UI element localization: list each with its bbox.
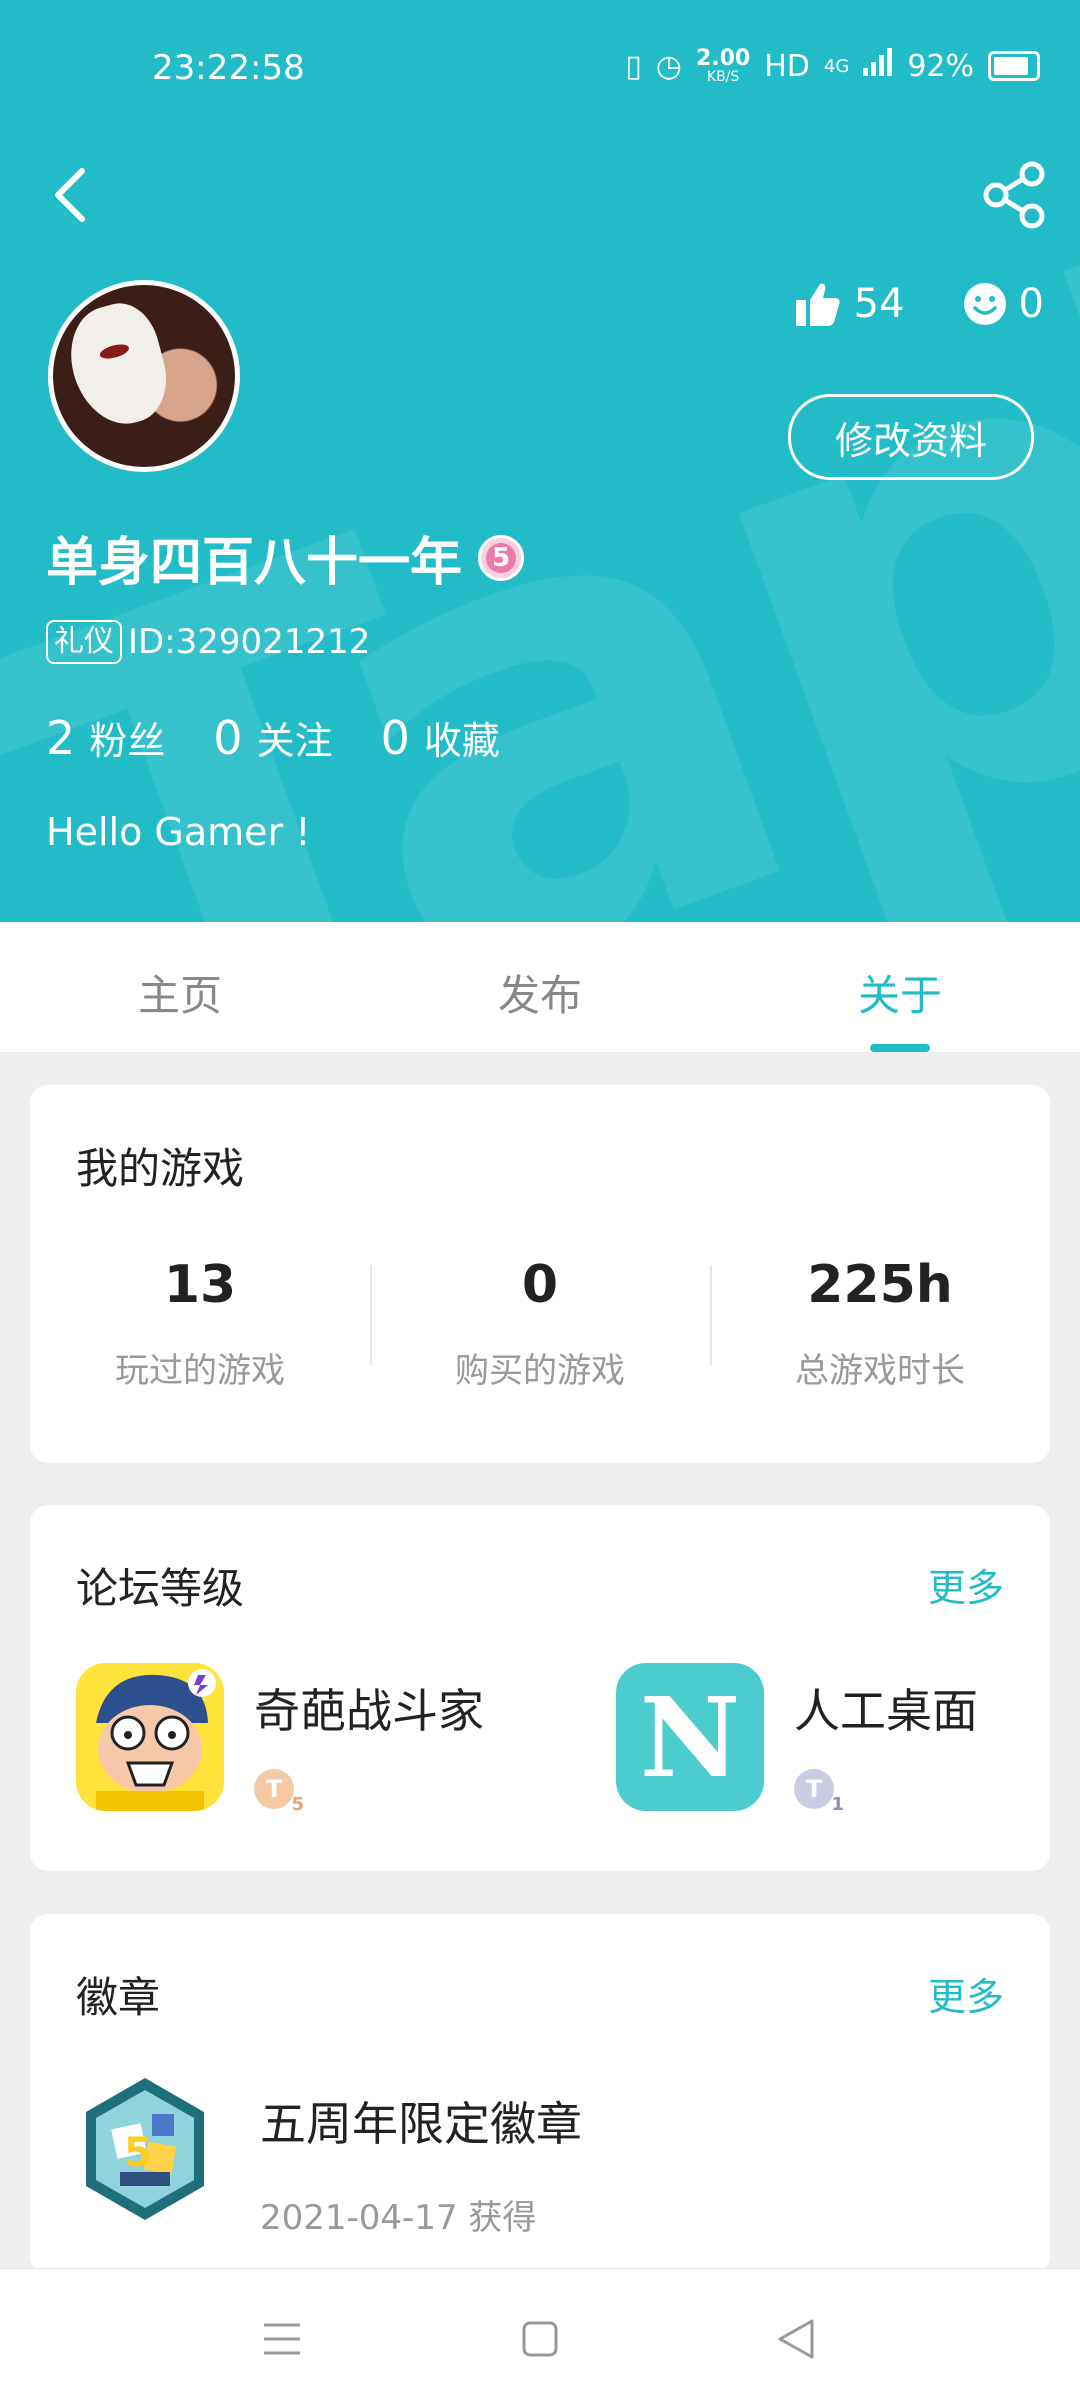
smiles-stat[interactable]: 0 (963, 281, 1044, 327)
forum-level-more-link[interactable]: 更多 (928, 1557, 1004, 1612)
my-games-title: 我的游戏 (76, 1144, 245, 1193)
home-button[interactable] (510, 2309, 570, 2369)
forum-info: 奇葩战斗家 T5 (254, 1663, 484, 1815)
svg-text:5: 5 (124, 2130, 152, 2176)
followers-stat[interactable]: 2 粉丝 (46, 710, 165, 765)
badges-title: 徽章 (76, 1973, 161, 2022)
smile-icon (963, 283, 1006, 325)
likes-stat[interactable]: 54 (794, 280, 905, 328)
likes-count: 54 (853, 281, 905, 327)
badge-name: 五周年限定徽章 (260, 2097, 582, 2151)
avatar[interactable] (48, 280, 240, 472)
anniversary-badge-icon: 5 (86, 2078, 204, 2220)
status-time: 23:22:58 (152, 48, 305, 88)
status-icons: ▯ ◷ 2.00 KB/S HD 4G 92% (625, 48, 1040, 84)
back-nav-button[interactable] (766, 2309, 826, 2369)
alarm-icon: ◷ (655, 48, 682, 84)
network-type: 4G (823, 55, 850, 77)
my-games-card: 我的游戏 13 玩过的游戏 0 购买的游戏 225h 总游戏时长 (30, 1085, 1050, 1463)
triangle-back-icon (778, 2319, 814, 2359)
purchased-games-stat[interactable]: 0 购买的游戏 (370, 1255, 710, 1392)
forum-item[interactable]: 奇葩战斗家 T5 (76, 1663, 484, 1815)
badge-item[interactable]: 5 五周年限定徽章 2021-04-17 获得 (80, 2074, 582, 2239)
vibrate-icon: ▯ (625, 48, 642, 84)
chevron-left-icon (55, 168, 85, 222)
forum-item[interactable]: N 人工桌面 T1 (616, 1663, 978, 1815)
user-id: ID:329021212 (128, 622, 371, 662)
profile-tabs: 主页 发布 关于 (0, 922, 1080, 1052)
thumbs-up-icon (795, 283, 840, 326)
id-row: 礼仪 ID:329021212 (46, 620, 370, 664)
hd-indicator: HD (764, 48, 810, 84)
back-button[interactable] (40, 160, 100, 230)
level-badge[interactable]: 5 (478, 534, 525, 581)
forum-name: 奇葩战斗家 (254, 1684, 484, 1738)
app-icon-rengong-desktop: N (616, 1663, 764, 1811)
badge-info: 五周年限定徽章 2021-04-17 获得 (260, 2074, 582, 2239)
edit-profile-button[interactable]: 修改资料 (788, 394, 1034, 480)
avatar-mask (59, 295, 177, 435)
system-nav-bar (0, 2268, 1080, 2401)
tier-badge-icon: T1 (794, 1769, 844, 1815)
badges-card: 徽章 更多 5 五周年限定徽章 2021-04-17 获得 (30, 1914, 1050, 2274)
username-row: 单身四百八十一年 5 (46, 520, 525, 595)
badge-date: 2021-04-17 获得 (260, 2198, 537, 2238)
share-button[interactable] (980, 160, 1050, 230)
tab-indicator (870, 1044, 930, 1052)
forum-level-title: 论坛等级 (76, 1564, 245, 1613)
game-stats: 13 玩过的游戏 0 购买的游戏 225h 总游戏时长 (30, 1255, 1050, 1392)
following-stat[interactable]: 0 关注 (213, 710, 332, 765)
tab-about[interactable]: 关于 (800, 962, 1000, 1023)
forum-name: 人工桌面 (794, 1684, 978, 1738)
played-games-stat[interactable]: 13 玩过的游戏 (30, 1255, 370, 1392)
reactions-row: 54 0 (754, 280, 1044, 328)
bio: Hello Gamer ! (46, 810, 311, 854)
follow-stats: 2 粉丝 0 关注 0 收藏 (46, 710, 500, 765)
tab-home[interactable]: 主页 (80, 962, 280, 1023)
playtime-stat[interactable]: 225h 总游戏时长 (710, 1255, 1050, 1392)
username: 单身四百八十一年 (46, 533, 463, 593)
game-icon-qipa (76, 1663, 224, 1811)
tab-posts[interactable]: 发布 (440, 962, 640, 1023)
menu-button[interactable] (252, 2309, 312, 2369)
forum-info: 人工桌面 T1 (794, 1663, 978, 1815)
smiles-count: 0 (1018, 281, 1044, 327)
title-tag[interactable]: 礼仪 (46, 620, 122, 664)
profile-header: TapTap 23:22:58 ▯ ◷ 2.00 KB/S HD 4G 92% (0, 0, 1080, 922)
net-speed: 2.00 KB/S (695, 46, 751, 85)
favorites-stat[interactable]: 0 收藏 (381, 710, 500, 765)
battery-percent: 92% (907, 48, 974, 84)
share-icon (983, 161, 1045, 229)
battery-icon (988, 51, 1040, 81)
badges-more-link[interactable]: 更多 (928, 1966, 1004, 2021)
tier-badge-icon: T5 (254, 1769, 304, 1815)
menu-icon (264, 2323, 300, 2355)
home-square-icon (522, 2321, 558, 2357)
status-bar: 23:22:58 ▯ ◷ 2.00 KB/S HD 4G 92% (0, 0, 1080, 140)
forum-level-card: 论坛等级 更多 奇葩战斗家 T5 N 人工桌面 T 1 (30, 1505, 1050, 1871)
signal-icon (863, 48, 893, 84)
